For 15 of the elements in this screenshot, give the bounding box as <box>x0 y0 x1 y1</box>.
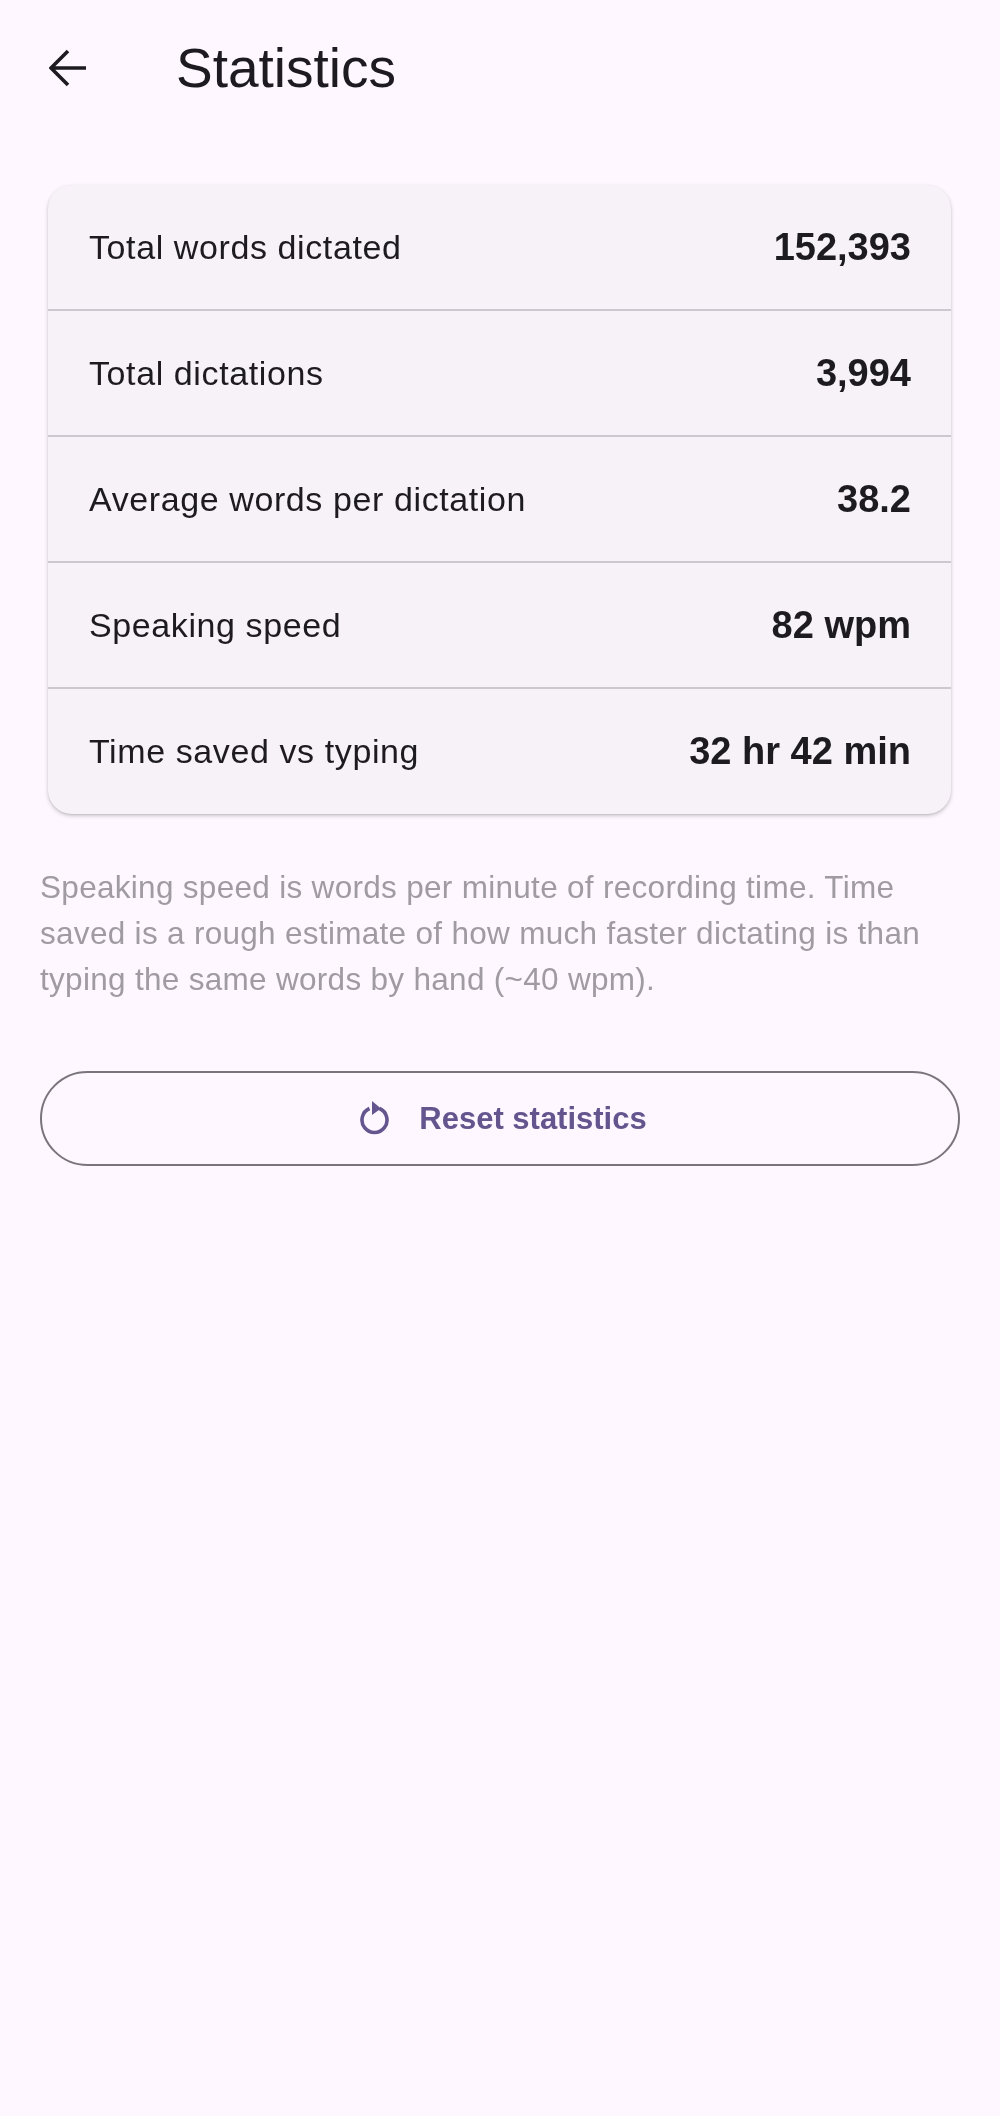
stat-label: Time saved vs typing <box>89 732 420 771</box>
stat-value: 32 hr 42 min <box>689 730 911 773</box>
page-title: Statistics <box>176 36 397 101</box>
explanation-text: Speaking speed is words per minute of recording time. Time saved is a rough estimate of how much faster dictating is than typing the same words by hand (~40 wpm). <box>40 868 922 999</box>
refresh-icon <box>359 1101 391 1136</box>
stat-label: Total dictations <box>89 353 324 393</box>
stat-label: Total words dictated <box>89 227 402 267</box>
back-arrow-icon <box>49 49 87 87</box>
stat-value: 3,994 <box>815 351 911 395</box>
stat-value: 82 wpm <box>771 603 911 647</box>
reset-statistics-button[interactable]: Reset statistics <box>40 1071 960 1166</box>
stat-value: 38.2 <box>837 477 911 521</box>
stat-label: Average words per dictation <box>89 479 527 519</box>
stat-label: Speaking speed <box>89 605 342 645</box>
stat-value: 152,393 <box>773 225 911 269</box>
